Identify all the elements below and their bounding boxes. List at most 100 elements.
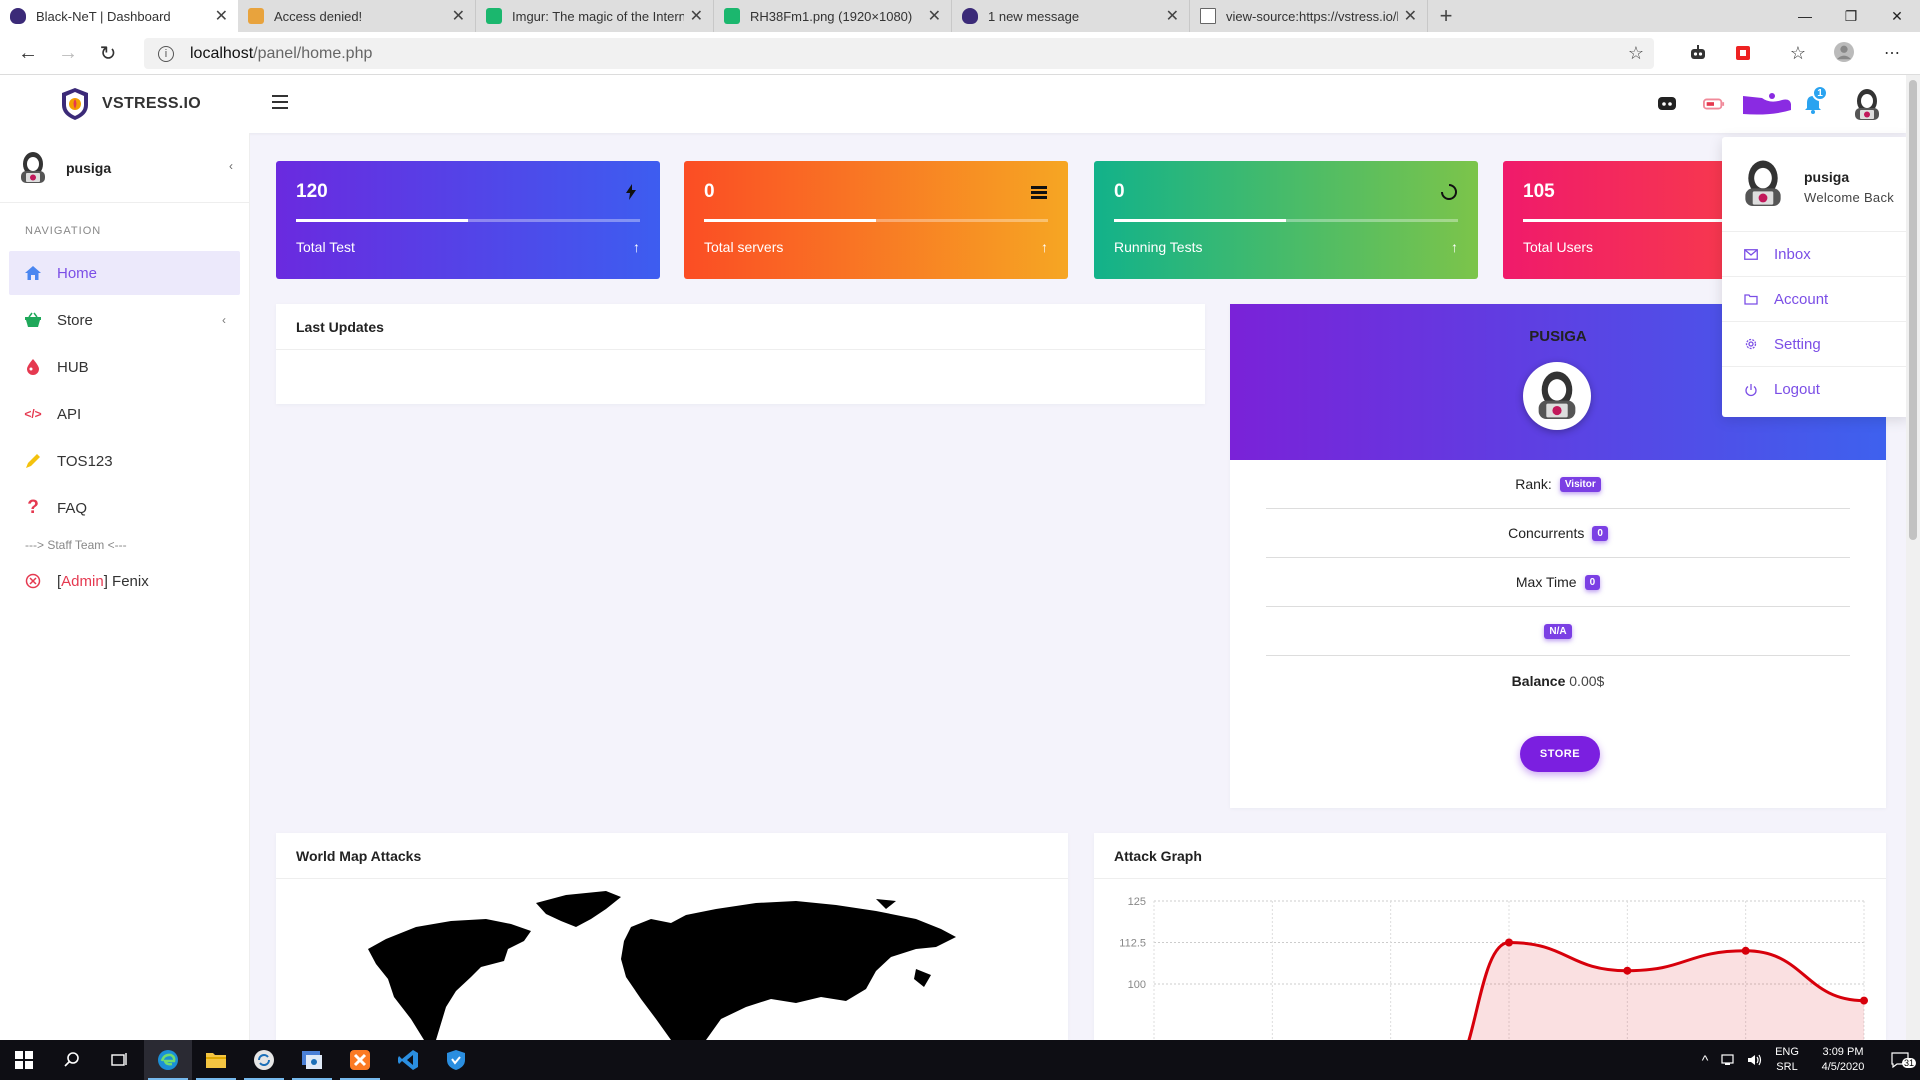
minimize-icon[interactable]: —: [1782, 0, 1828, 32]
task-view-icon[interactable]: [96, 1040, 144, 1080]
browser-tab[interactable]: Access denied! ✕: [238, 0, 476, 32]
more-menu-icon[interactable]: ⋯: [1882, 43, 1902, 63]
maximize-icon[interactable]: ❐: [1828, 0, 1874, 32]
user-avatar[interactable]: [1851, 87, 1883, 123]
pencil-icon: [23, 451, 43, 471]
url-host: localhost: [190, 44, 254, 62]
image-icon: [724, 8, 740, 24]
app-window-icon[interactable]: [288, 1040, 336, 1080]
menu-toggle-icon[interactable]: [272, 95, 288, 109]
language-top: ENG: [1775, 1046, 1799, 1058]
close-tab-icon[interactable]: ✕: [1404, 6, 1417, 26]
close-window-icon[interactable]: ✕: [1874, 0, 1920, 32]
network-icon[interactable]: [1716, 1053, 1742, 1067]
new-tab-button[interactable]: +: [1428, 0, 1464, 32]
dropdown-item-account[interactable]: Account: [1722, 277, 1910, 322]
data-point[interactable]: [1623, 966, 1632, 975]
sidebar-item-label: FAQ: [57, 499, 88, 517]
close-tab-icon[interactable]: ✕: [452, 6, 465, 26]
close-tab-icon[interactable]: ✕: [215, 6, 228, 26]
volume-icon[interactable]: [1742, 1053, 1768, 1067]
world-map[interactable]: [276, 879, 1068, 1040]
back-button[interactable]: ←: [8, 33, 48, 73]
sidebar-item-api[interactable]: </> API: [9, 392, 240, 436]
series-area: [1469, 942, 1864, 1040]
browser-tab[interactable]: view-source:https://vstress.io/ho ✕: [1190, 0, 1428, 32]
app-sync-icon[interactable]: [240, 1040, 288, 1080]
staff-role: Admin: [61, 572, 104, 590]
close-tab-icon[interactable]: ✕: [928, 6, 941, 26]
dropdown-header: pusiga Welcome Back: [1722, 137, 1910, 232]
dropdown-item-inbox[interactable]: Inbox: [1722, 232, 1910, 277]
extension-robot-icon[interactable]: [1688, 43, 1708, 63]
close-tab-icon[interactable]: ✕: [1166, 6, 1179, 26]
battery-icon[interactable]: [1703, 93, 1725, 115]
page-scrollbar[interactable]: [1906, 75, 1920, 1040]
info-icon[interactable]: i: [158, 45, 174, 62]
brand[interactable]: VSTRESS.IO: [60, 87, 201, 121]
start-windows-icon[interactable]: [0, 1040, 48, 1080]
language-indicator[interactable]: ENG SRL: [1768, 1045, 1806, 1075]
data-point[interactable]: [1860, 996, 1868, 1005]
attack-graph-chart[interactable]: 125 112.5 100: [1094, 879, 1886, 1040]
profile-icon[interactable]: [1834, 42, 1854, 62]
favorites-icon[interactable]: ☆: [1788, 43, 1808, 63]
edge-browser-icon[interactable]: [144, 1040, 192, 1080]
rank-badge: Visitor: [1559, 476, 1601, 492]
favorite-star-icon[interactable]: ☆: [1628, 43, 1644, 64]
address-bar[interactable]: i localhost/panel/home.php ☆: [144, 38, 1654, 69]
dropdown-item-setting[interactable]: Setting: [1722, 322, 1910, 367]
sidebar-item-hub[interactable]: HUB: [9, 345, 240, 389]
tab-title: Access denied!: [274, 8, 363, 24]
sidebar-item-home[interactable]: Home: [9, 251, 240, 295]
staff-team-label: ---> Staff Team <---: [25, 538, 127, 552]
notification-center-icon[interactable]: 31: [1880, 1052, 1920, 1068]
rank-label: Rank:: [1515, 476, 1552, 492]
file-explorer-icon[interactable]: [192, 1040, 240, 1080]
mail-icon: [1744, 248, 1760, 260]
chevron-left-icon[interactable]: ‹: [229, 159, 233, 173]
server-icon: [1031, 186, 1047, 199]
dropdown-item-label: Inbox: [1774, 245, 1811, 263]
shoe-icon[interactable]: [1742, 89, 1792, 119]
sidebar-item-store[interactable]: Store ‹: [9, 298, 240, 342]
sidebar-item-faq[interactable]: ? FAQ: [9, 486, 240, 530]
power-icon: [1744, 383, 1760, 397]
sidebar-item-admin[interactable]: [Admin] Fenix: [9, 559, 240, 603]
url-path: /panel/home.php: [253, 44, 373, 62]
browser-toolbar: ← → ↻ i localhost/panel/home.php ☆ ☆ ⋯: [0, 32, 1920, 75]
scrollbar-thumb[interactable]: [1909, 80, 1917, 540]
data-point[interactable]: [1505, 938, 1513, 947]
bell-icon[interactable]: 1: [1802, 85, 1828, 115]
avatar: [21, 151, 45, 183]
forward-button[interactable]: →: [48, 33, 88, 73]
clock[interactable]: 3:09 PM 4/5/2020: [1806, 1045, 1880, 1075]
dropdown-item-logout[interactable]: Logout: [1722, 367, 1910, 412]
tab-title: Black-NeT | Dashboard: [36, 8, 171, 24]
xampp-icon[interactable]: [336, 1040, 384, 1080]
browser-tab[interactable]: 1 new message ✕: [952, 0, 1190, 32]
discord-icon[interactable]: [1656, 93, 1678, 115]
chevron-left-icon: ‹: [222, 313, 226, 327]
browser-tab[interactable]: Imgur: The magic of the Internet ✕: [476, 0, 714, 32]
shield-app-icon[interactable]: [432, 1040, 480, 1080]
search-icon[interactable]: [48, 1040, 96, 1080]
browser-tab[interactable]: RH38Fm1.png (1920×1080) ✕: [714, 0, 952, 32]
arrow-up-icon: ↑: [633, 239, 640, 255]
sidebar-item-tos[interactable]: TOS123: [9, 439, 240, 483]
close-tab-icon[interactable]: ✕: [690, 6, 703, 26]
maxtime-row: Max Time 0: [1266, 558, 1850, 607]
arrow-up-icon: ↑: [1041, 239, 1048, 255]
refresh-button[interactable]: ↻: [88, 33, 128, 73]
browser-tab[interactable]: Black-NeT | Dashboard ✕: [0, 0, 238, 32]
data-point[interactable]: [1741, 946, 1750, 955]
browser-tab-bar: Black-NeT | Dashboard ✕ Access denied! ✕…: [0, 0, 1920, 32]
store-button[interactable]: STORE: [1520, 736, 1600, 772]
chevron-up-icon[interactable]: ^: [1694, 1052, 1716, 1068]
extension-red-icon[interactable]: [1733, 43, 1753, 63]
stat-progress: [296, 219, 640, 222]
vscode-icon[interactable]: [384, 1040, 432, 1080]
sidebar-item-label: HUB: [57, 358, 89, 376]
warning-icon: [248, 8, 264, 24]
sidebar-user[interactable]: pusiga ‹: [0, 133, 249, 203]
